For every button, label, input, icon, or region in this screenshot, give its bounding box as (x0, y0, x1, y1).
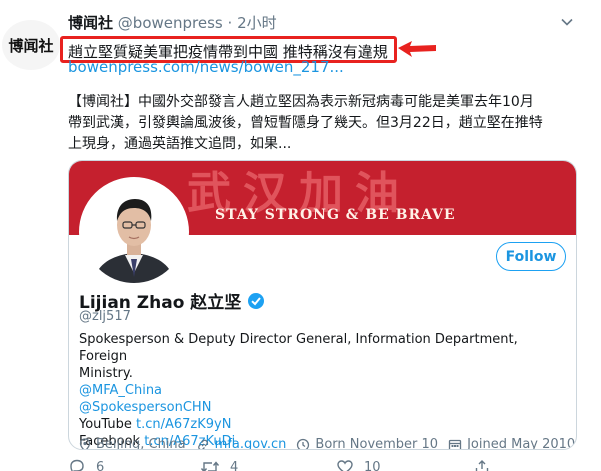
bio-youtube-row: YouTube t.cn/A67zK9yN (79, 416, 569, 433)
location-icon (79, 437, 91, 449)
embedded-profile-card[interactable]: 武汉加油 Stay Strong & Be Brave Follow Lijia… (68, 160, 577, 450)
author-avatar-text: 博闻社 (8, 36, 54, 55)
retweet-icon (200, 461, 220, 471)
born-text: Born November 10 (315, 437, 439, 450)
birthday-icon (297, 438, 310, 449)
banner-text: Stay Strong & Be Brave (215, 207, 456, 223)
bio-mention-spokesperson[interactable]: @SpokespersonCHN (79, 399, 569, 416)
tweet-body-line: 帶到武漢，引發輿論風波後，曾短暫隱身了幾天。但3月22日，趙立堅在推特 (68, 115, 543, 131)
retweet-count: 4 (230, 459, 239, 471)
share-icon (475, 460, 489, 471)
profile-photo[interactable] (79, 177, 189, 287)
tweet-timestamp[interactable]: 2小时 (237, 14, 277, 32)
profile-birthday: Born November 10 (296, 437, 439, 450)
youtube-link[interactable]: t.cn/A67zK9yN (136, 417, 231, 432)
author-avatar[interactable]: 博闻社 (2, 20, 60, 70)
website-text[interactable]: mfa.gov.cn (215, 437, 287, 449)
author-handle[interactable]: @bowenpress (118, 14, 223, 32)
tweet-actions: 6 4 10 (68, 459, 508, 471)
location-text: Beijing, China (96, 437, 186, 450)
profile-meta: Beijing, China mfa.gov.cn Born November … (79, 437, 576, 450)
profile-handle[interactable]: @zlj517 (79, 309, 131, 324)
header-separator: · (227, 14, 233, 32)
profile-website[interactable]: mfa.gov.cn (196, 437, 287, 449)
tweet[interactable]: 博闻社 博闻社 @bowenpress · 2小时 趙立堅質疑美軍把疫情帶到中國… (0, 0, 601, 471)
bio-line: Spokesperson & Deputy Director General, … (79, 332, 518, 364)
retweet-action[interactable]: 4 (200, 459, 238, 471)
chevron-down-icon[interactable] (559, 14, 575, 30)
youtube-label: YouTube (79, 417, 136, 432)
author-name[interactable]: 博闻社 (68, 14, 113, 32)
link-icon (197, 439, 208, 449)
profile-joined: Joined May 2010 (448, 437, 576, 450)
reply-count: 6 (96, 459, 105, 471)
bio-mention-mfa[interactable]: @MFA_China (79, 382, 569, 399)
reply-icon (70, 459, 84, 471)
profile-location: Beijing, China (79, 437, 186, 450)
follow-button[interactable]: Follow (496, 242, 566, 271)
tweet-body-line: 【博闻社】中國外交部發言人趙立堅因為表示新冠病毒可能是美軍去年10月 (68, 94, 534, 110)
tweet-body: 【博闻社】中國外交部發言人趙立堅因為表示新冠病毒可能是美軍去年10月 帶到武漢，… (68, 92, 588, 155)
tweet-link[interactable]: bowenpress.com/news/bowen_217... (68, 58, 344, 76)
verified-badge-icon (248, 292, 265, 309)
like-action[interactable]: 10 (336, 459, 381, 471)
red-arrow-icon (398, 41, 436, 57)
reply-action[interactable]: 6 (68, 459, 104, 471)
like-count: 10 (364, 459, 381, 471)
profile-photo-image (83, 181, 185, 283)
profile-bio: Spokesperson & Deputy Director General, … (79, 331, 569, 449)
tweet-body-line: 上現身，通過英語推文追問，如果... (68, 136, 292, 152)
tweet-header: 博闻社 @bowenpress · 2小时 (68, 12, 277, 33)
calendar-icon (448, 439, 462, 449)
joined-text: Joined May 2010 (467, 437, 576, 450)
bio-line: Ministry. (79, 366, 133, 381)
like-icon (337, 460, 353, 471)
share-action[interactable] (474, 459, 500, 471)
